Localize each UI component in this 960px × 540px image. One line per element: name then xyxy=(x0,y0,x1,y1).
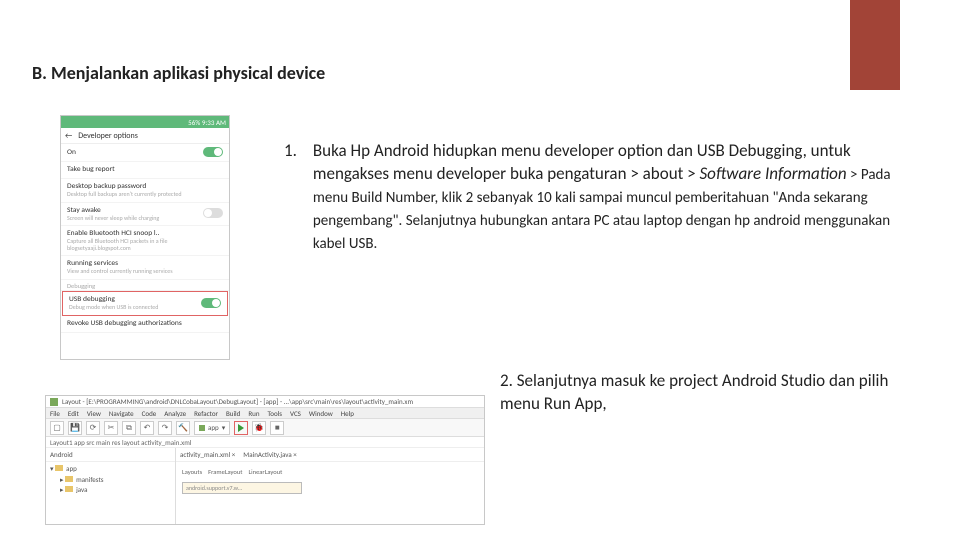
tree-app-label: app xyxy=(66,464,77,473)
play-icon xyxy=(238,424,244,432)
cut-icon: ✂ xyxy=(104,421,118,435)
copy-icon: ⧉ xyxy=(122,421,136,435)
menu-run: Run xyxy=(248,409,259,418)
ide-window-title: Layout - [E:\PROGRAMMING\android\DNLCoba… xyxy=(46,396,484,408)
row-on-label: On xyxy=(67,148,76,157)
phone-screenshot: 56% 9:33 AM ← Developer options On Take … xyxy=(60,115,230,360)
project-panel-header: Android xyxy=(46,448,175,462)
step1-block: 1. Buka Hp Android hidupkan menu develop… xyxy=(284,140,924,255)
toggle-usb-icon xyxy=(201,298,221,308)
save-icon: 💾 xyxy=(68,421,82,435)
toggle-off-icon xyxy=(203,208,223,218)
row-revoke: Revoke USB debugging authorizations xyxy=(61,316,229,333)
ide-menubar: File Edit View Navigate Code Analyze Ref… xyxy=(46,408,484,419)
menu-file: File xyxy=(50,409,60,418)
toggle-on-icon xyxy=(203,147,223,157)
menu-analyze: Analyze xyxy=(164,409,186,418)
back-icon: ← xyxy=(65,131,72,141)
row-backup: Desktop backup password Desktop full bac… xyxy=(61,179,229,203)
app-module-icon xyxy=(199,425,205,431)
row-backup-sub: Desktop full backups aren't currently pr… xyxy=(67,191,223,198)
debug-icon: 🐞 xyxy=(252,421,266,435)
menu-view: View xyxy=(87,409,101,418)
project-panel: Android ▾ app ▸ manifests ▸ java xyxy=(46,448,176,525)
run-app-button xyxy=(234,421,248,435)
open-icon: ▢ xyxy=(50,421,64,435)
menu-tools: Tools xyxy=(268,409,283,418)
row-bug-label: Take bug report xyxy=(67,165,223,174)
screen-title: Developer options xyxy=(78,131,138,141)
undo-icon: ↶ xyxy=(140,421,154,435)
row-stay: Stay awake Screen will never sleep while… xyxy=(61,203,229,227)
palette-row: Layouts FrameLayout LinearLayout xyxy=(182,468,478,476)
hammer-icon: 🔨 xyxy=(176,421,190,435)
breadcrumb-text: Layout1 app src main res layout activity… xyxy=(50,438,191,447)
phone-status-bar: 56% 9:33 AM xyxy=(61,116,229,128)
step1-number: 1. xyxy=(284,140,297,255)
project-tree: ▾ app ▸ manifests ▸ java xyxy=(46,462,175,498)
tree-manifests-label: manifests xyxy=(76,475,103,484)
sync-icon: ⟳ xyxy=(86,421,100,435)
row-services: Running services View and control curren… xyxy=(61,256,229,280)
run-config-label: app xyxy=(208,423,219,432)
editor-panel: activity_main.xml × MainActivity.java × … xyxy=(176,448,484,525)
stop-icon: ■ xyxy=(270,421,284,435)
menu-window: Window xyxy=(309,409,333,418)
palette-linear: LinearLayout xyxy=(248,468,282,476)
mock-input: android.support.v7.w... xyxy=(182,482,302,494)
menu-edit: Edit xyxy=(68,409,79,418)
breadcrumb: Layout1 app src main res layout activity… xyxy=(46,437,484,448)
ide-body: Android ▾ app ▸ manifests ▸ java activit… xyxy=(46,448,484,525)
step2-text: 2. Selanjutnya masuk ke project Android … xyxy=(500,370,920,416)
slide-accent xyxy=(850,0,900,90)
android-studio-icon xyxy=(50,398,58,406)
tree-manifests: ▸ manifests xyxy=(50,475,171,486)
editor-tabs: activity_main.xml × MainActivity.java × xyxy=(176,448,484,462)
tree-java-label: java xyxy=(76,485,87,494)
phone-titlebar: ← Developer options xyxy=(61,128,229,144)
debug-section-label: Debugging xyxy=(61,280,229,291)
menu-build: Build xyxy=(226,409,240,418)
tree-java: ▸ java xyxy=(50,485,171,496)
row-revoke-label: Revoke USB debugging authorizations xyxy=(67,319,223,328)
row-bug: Take bug report xyxy=(61,162,229,179)
menu-navigate: Navigate xyxy=(109,409,134,418)
folder-icon xyxy=(65,486,73,492)
row-hdcp: Enable Bluetooth HCI snoop l.. Capture a… xyxy=(61,226,229,256)
step1-text: Buka Hp Android hidupkan menu developer … xyxy=(313,140,924,255)
ide-screenshot: Layout - [E:\PROGRAMMING\android\DNLCoba… xyxy=(45,395,485,525)
row-usb-sub: Debug mode when USB is connected xyxy=(69,304,158,311)
ide-title-text: Layout - [E:\PROGRAMMING\android\DNLCoba… xyxy=(62,397,413,406)
menu-help: Help xyxy=(341,409,354,418)
row-on: On xyxy=(61,144,229,162)
tree-app: ▾ app xyxy=(50,464,171,475)
tab-activity: MainActivity.java × xyxy=(243,450,297,459)
menu-refactor: Refactor xyxy=(194,409,218,418)
row-usb-debugging: USB debugging Debug mode when USB is con… xyxy=(62,291,228,316)
menu-vcs: VCS xyxy=(290,409,301,418)
menu-code: Code xyxy=(142,409,157,418)
folder-icon xyxy=(65,476,73,482)
tab-layout: activity_main.xml × xyxy=(180,450,235,459)
section-heading: B. Menjalankan aplikasi physical device xyxy=(32,62,325,84)
palette-layouts: Layouts xyxy=(182,468,202,476)
project-mode-label: Android xyxy=(50,450,73,459)
row-stay-sub: Screen will never sleep while charging xyxy=(67,215,159,222)
chevron-down-icon: ▾ xyxy=(222,423,226,432)
palette-frame: FrameLayout xyxy=(208,468,242,476)
ide-toolbar: ▢ 💾 ⟳ ✂ ⧉ ↶ ↷ 🔨 app ▾ 🐞 ■ xyxy=(46,419,484,437)
step1-italic: Software Information xyxy=(699,163,846,184)
folder-icon xyxy=(55,465,63,471)
redo-icon: ↷ xyxy=(158,421,172,435)
run-config-dropdown: app ▾ xyxy=(194,421,230,435)
blog-link: blogsetyaaji.blogspot.com xyxy=(67,245,223,252)
design-canvas: Layouts FrameLayout LinearLayout android… xyxy=(176,462,484,500)
row-services-sub: View and control currently running servi… xyxy=(67,268,223,275)
status-text: 56% 9:33 AM xyxy=(188,118,226,127)
